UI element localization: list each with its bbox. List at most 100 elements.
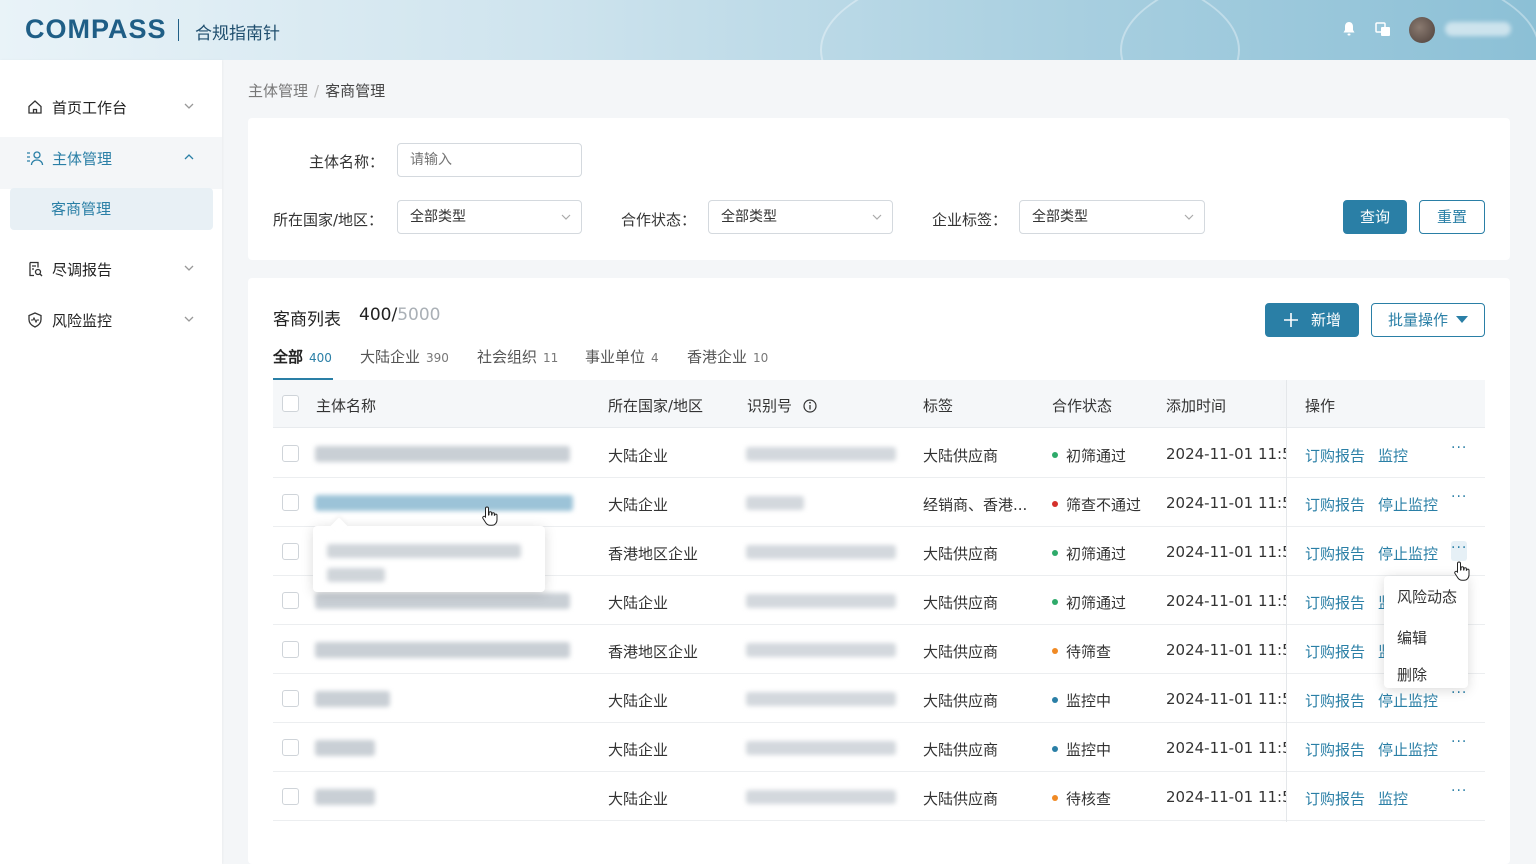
- translate-icon[interactable]: [1374, 21, 1392, 39]
- cell-country: 大陆企业: [608, 741, 669, 759]
- select-all-checkbox[interactable]: [282, 395, 299, 412]
- cell-tag: 大陆供应商: [923, 643, 999, 661]
- cell-time: 2024-11-01 11:59:: [1166, 445, 1286, 463]
- query-button[interactable]: 查询: [1343, 200, 1407, 234]
- sidebar-item-report[interactable]: 尽调报告: [0, 245, 222, 293]
- stop-monitor-link[interactable]: 停止监控: [1378, 494, 1438, 515]
- username[interactable]: [1445, 22, 1511, 36]
- order-report-link[interactable]: 订购报告: [1305, 690, 1365, 711]
- order-report-link[interactable]: 订购报告: [1305, 788, 1365, 809]
- col-time: 添加时间: [1166, 397, 1227, 415]
- order-report-link[interactable]: 订购报告: [1305, 494, 1365, 515]
- cell-time: 2024-11-01 11:59:: [1166, 739, 1286, 757]
- stop-monitor-link[interactable]: 停止监控: [1378, 543, 1438, 564]
- tab-label: 全部: [273, 348, 304, 366]
- entity-name-redacted[interactable]: [315, 593, 570, 609]
- sidebar-item-entity[interactable]: 主体管理: [0, 134, 222, 182]
- row-checkbox[interactable]: [282, 494, 299, 511]
- table-header: 主体名称 所在国家/地区 识别号 标签 合作状态 添加时间 操作: [273, 380, 1485, 428]
- entity-name-redacted[interactable]: [315, 642, 570, 658]
- stop-monitor-link[interactable]: 停止监控: [1378, 690, 1438, 711]
- menu-item-delete[interactable]: 删除: [1397, 664, 1427, 685]
- more-actions-icon[interactable]: ···: [1451, 541, 1467, 561]
- menu-item-risk-news[interactable]: 风险动态: [1397, 586, 1457, 607]
- order-report-link[interactable]: 订购报告: [1305, 543, 1365, 564]
- row-checkbox[interactable]: [282, 690, 299, 707]
- sidebar-item-label: 首页工作台: [52, 98, 128, 117]
- country-select-value: 全部类型: [410, 209, 466, 225]
- fixed-column-divider: [1286, 380, 1287, 822]
- cell-status: 初筛通过: [1052, 543, 1126, 564]
- sidebar-subitem-merchant[interactable]: 客商管理: [10, 188, 213, 230]
- cell-country: 大陆企业: [608, 496, 669, 514]
- logo[interactable]: COMPASS: [25, 14, 167, 45]
- status-dot: [1052, 549, 1058, 556]
- batch-operation-button[interactable]: 批量操作: [1371, 303, 1485, 337]
- country-select[interactable]: 全部类型: [397, 200, 582, 234]
- entity-name-redacted[interactable]: [315, 740, 375, 756]
- row-checkbox[interactable]: [282, 445, 299, 462]
- coop-filter-label: 合作状态：: [621, 211, 697, 229]
- tag-select[interactable]: 全部类型: [1019, 200, 1205, 234]
- tooltip-text-redacted: [327, 544, 521, 558]
- tab-all[interactable]: 全部 400: [273, 346, 332, 367]
- col-status: 合作状态: [1052, 397, 1113, 415]
- cell-time: 2024-11-01 11:59:: [1166, 543, 1286, 561]
- avatar[interactable]: [1409, 17, 1435, 43]
- menu-item-edit[interactable]: 编辑: [1397, 627, 1427, 648]
- home-icon: [26, 98, 44, 116]
- more-actions-icon[interactable]: ···: [1451, 734, 1467, 750]
- entity-name-redacted[interactable]: [315, 446, 570, 462]
- cell-status: 初筛通过: [1052, 445, 1126, 466]
- batch-button-label: 批量操作: [1387, 311, 1448, 329]
- add-button-label: 新增: [1310, 311, 1341, 329]
- coop-status-select[interactable]: 全部类型: [708, 200, 893, 234]
- cell-status: 初筛通过: [1052, 592, 1126, 613]
- status-dot: [1052, 647, 1058, 654]
- cell-time: 2024-11-01 11:59:: [1166, 494, 1286, 512]
- row-checkbox[interactable]: [282, 788, 299, 805]
- cell-tag: 经销商、香港...: [923, 496, 1028, 514]
- row-checkbox[interactable]: [282, 592, 299, 609]
- order-report-link[interactable]: 订购报告: [1305, 641, 1365, 662]
- list-title: 客商列表: [273, 310, 341, 330]
- more-actions-icon[interactable]: ···: [1451, 440, 1467, 456]
- monitor-link[interactable]: 监控: [1378, 445, 1408, 466]
- entity-id-redacted: [746, 692, 896, 706]
- tab-social-org[interactable]: 社会组织 11: [477, 346, 558, 367]
- status-text: 筛查不通过: [1066, 496, 1142, 514]
- name-search-input[interactable]: [397, 143, 582, 177]
- country-filter-label: 所在国家/地区：: [273, 211, 384, 229]
- cell-status: 监控中: [1052, 690, 1111, 711]
- status-dot: [1052, 598, 1058, 605]
- tab-institution[interactable]: 事业单位 4: [585, 346, 659, 367]
- entity-name-redacted[interactable]: [315, 691, 390, 707]
- entity-name-redacted[interactable]: [315, 789, 375, 805]
- cell-tag: 大陆供应商: [923, 790, 999, 808]
- sidebar-item-home[interactable]: 首页工作台: [0, 83, 222, 131]
- reset-button[interactable]: 重置: [1419, 200, 1485, 234]
- order-report-link[interactable]: 订购报告: [1305, 739, 1365, 760]
- stop-monitor-link[interactable]: 停止监控: [1378, 739, 1438, 760]
- info-icon[interactable]: [803, 399, 817, 413]
- bell-icon[interactable]: [1340, 21, 1358, 39]
- sidebar-item-risk[interactable]: 风险监控: [0, 296, 222, 344]
- entity-id-redacted: [746, 447, 896, 461]
- more-actions-icon[interactable]: ···: [1451, 783, 1467, 799]
- order-report-link[interactable]: 订购报告: [1305, 592, 1365, 613]
- row-checkbox[interactable]: [282, 739, 299, 756]
- row-checkbox[interactable]: [282, 641, 299, 658]
- add-button[interactable]: 新增: [1265, 303, 1359, 337]
- order-report-link[interactable]: 订购报告: [1305, 445, 1365, 466]
- entity-name-redacted[interactable]: [315, 495, 573, 511]
- tab-hongkong[interactable]: 香港企业 10: [687, 346, 768, 367]
- row-checkbox[interactable]: [282, 543, 299, 560]
- table-row: 香港地区企业 大陆供应商 待筛查 2024-11-01 11:59: 订购报告 …: [273, 625, 1485, 674]
- breadcrumb-parent[interactable]: 主体管理: [248, 82, 308, 100]
- monitor-link[interactable]: 监控: [1378, 788, 1408, 809]
- more-actions-icon[interactable]: ···: [1451, 489, 1467, 505]
- col-ops: 操作: [1305, 397, 1336, 415]
- col-name: 主体名称: [316, 397, 377, 415]
- tab-mainland[interactable]: 大陆企业 390: [360, 346, 449, 367]
- cell-time: 2024-11-01 11:59:: [1166, 641, 1286, 659]
